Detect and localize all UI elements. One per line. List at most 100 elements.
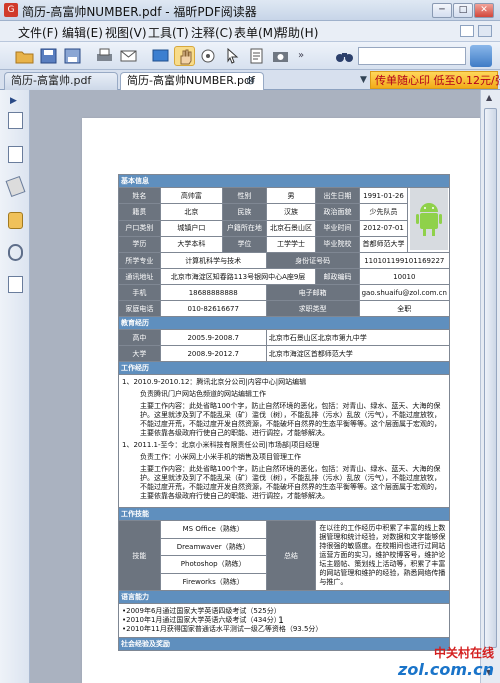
job-summary: 负责工作：小米网上小米手机的销售及项目管理工作 bbox=[140, 453, 301, 461]
label-email: 电子邮箱 bbox=[265, 284, 360, 301]
label-name: 姓名 bbox=[118, 186, 161, 205]
skills-summary: 在以往的工作经历中积累了丰富的线上数据管理和统计经验，对数据和文字能够保持很强的… bbox=[315, 520, 450, 591]
menu-edit[interactable]: 编辑(E) bbox=[62, 24, 103, 41]
label-birthdate: 出生日期 bbox=[315, 186, 360, 205]
value-gender: 男 bbox=[265, 186, 317, 205]
select-text-icon[interactable] bbox=[246, 46, 267, 66]
value-job-type: 全职 bbox=[358, 300, 451, 317]
value-hukou-type: 城镇户口 bbox=[159, 219, 224, 237]
menu-bar: 文件(F) 编辑(E) 视图(V) 工具(T) 注释(C) 表单(M) 帮助(H… bbox=[0, 21, 500, 42]
hand-tool-icon[interactable] bbox=[174, 46, 195, 66]
section-basic-info: 基本信息 bbox=[118, 174, 450, 188]
value-political-status: 少先队员 bbox=[358, 203, 409, 221]
tab-close-icon[interactable]: ⊗ bbox=[246, 74, 255, 87]
find-binoculars-icon[interactable] bbox=[334, 46, 355, 66]
value-zip: 10010 bbox=[358, 268, 451, 285]
tab-resume[interactable]: 简历-高富帅.pdf bbox=[4, 72, 118, 90]
value-degree: 工学学士 bbox=[265, 235, 317, 254]
menu-help[interactable]: 帮助(H) bbox=[276, 24, 318, 41]
save-icon[interactable] bbox=[38, 46, 59, 66]
menu-view[interactable]: 视图(V) bbox=[105, 24, 147, 41]
skill-item: Photoshop（熟练） bbox=[159, 555, 267, 574]
value-name: 高帅富 bbox=[159, 186, 224, 205]
menu-tools[interactable]: 工具(T) bbox=[148, 24, 189, 41]
language-item: •2010年11月获得国家普通话水平测试一级乙等资格（93.5分） bbox=[122, 625, 323, 633]
ad-banner[interactable]: 传单随心印 低至0.12元/张 bbox=[370, 71, 500, 89]
open-folder-icon[interactable] bbox=[14, 46, 35, 66]
label-gender: 性别 bbox=[222, 186, 267, 205]
menu-file[interactable]: 文件(F) bbox=[18, 24, 58, 41]
job-title: 1、2010.9-2010.12：腾讯北京分公司|内容中心|网站编辑 bbox=[122, 378, 307, 386]
search-input[interactable] bbox=[358, 47, 466, 65]
value-hometown: 北京 bbox=[159, 203, 224, 221]
edu-school: 北京市海淀区首都师范大学 bbox=[265, 345, 451, 362]
tab-dropdown-icon[interactable]: ▼ bbox=[360, 75, 367, 85]
print-icon[interactable] bbox=[94, 46, 115, 66]
skill-item: Fireworks（熟练） bbox=[159, 572, 267, 591]
job-summary: 负责腾讯门户网站色频道的网站编辑工作 bbox=[140, 390, 266, 398]
minimize-button[interactable]: ─ bbox=[432, 3, 452, 18]
comments-panel-icon[interactable] bbox=[8, 212, 23, 229]
section-language: 语言能力 bbox=[118, 590, 450, 604]
label-skills: 技能 bbox=[118, 520, 161, 591]
watermark-cn: 中关村在线 bbox=[433, 646, 494, 660]
edu-level: 大学 bbox=[118, 345, 161, 362]
value-address: 北京市海淀区知春路113号银网中心A座9层 bbox=[159, 268, 317, 285]
layers-panel-icon[interactable] bbox=[5, 175, 26, 198]
foxit-app-icon[interactable]: G bbox=[4, 3, 18, 17]
maximize-button[interactable]: □ bbox=[453, 3, 473, 18]
label-graduation-date: 毕业时间 bbox=[315, 219, 360, 237]
page-number: 1 bbox=[278, 616, 284, 626]
label-major: 所学专业 bbox=[118, 252, 161, 269]
label-summary: 总结 bbox=[265, 520, 317, 591]
tab-resume-number[interactable]: 简历-高富帅NUMBER.pdf bbox=[120, 72, 264, 90]
toolbar: » bbox=[0, 42, 500, 70]
menu-form[interactable]: 表单(M) bbox=[234, 24, 278, 41]
section-skills: 工作技能 bbox=[118, 507, 450, 521]
tab-label: 简历-高富帅NUMBER.pdf bbox=[127, 74, 255, 87]
value-id-number: 110101199101169227 bbox=[358, 252, 451, 269]
profile-photo bbox=[407, 187, 450, 253]
expand-panel-icon[interactable]: ▶ bbox=[10, 96, 17, 106]
bookmarks-panel-icon[interactable] bbox=[8, 146, 23, 163]
watermark-url: zol.com.cn bbox=[398, 660, 494, 679]
edu-period: 2005.9-2008.7 bbox=[159, 329, 267, 346]
value-hukou-location: 北京石景山区 bbox=[265, 219, 317, 237]
close-button[interactable]: ✕ bbox=[474, 3, 494, 18]
resume-table: 基本信息 姓名 高帅富 性别 男 出生日期 1991-01-26 籍贯 北京 民… bbox=[118, 174, 451, 651]
value-school: 首都师范大学 bbox=[358, 235, 409, 254]
navigation-sidebar: ▶ bbox=[0, 90, 30, 683]
value-graduation-date: 2012-07-01 bbox=[358, 219, 409, 237]
label-hukou-location: 户籍所在地 bbox=[222, 219, 267, 237]
scrollbar-thumb[interactable] bbox=[484, 108, 497, 648]
work-experience-block: 1、2010.9-2010.12：腾讯北京分公司|内容中心|网站编辑 负责腾讯门… bbox=[118, 374, 450, 508]
pages-panel-icon[interactable] bbox=[8, 112, 23, 129]
scroll-up-icon[interactable]: ▲ bbox=[486, 93, 492, 102]
save-as-icon[interactable] bbox=[62, 46, 83, 66]
vertical-scrollbar[interactable]: ▲ ▼ bbox=[480, 90, 500, 683]
camera-icon[interactable] bbox=[270, 46, 291, 66]
menu-comment[interactable]: 注释(C) bbox=[191, 24, 233, 41]
edu-level: 高中 bbox=[118, 329, 161, 346]
section-education: 教育经历 bbox=[118, 316, 450, 330]
signatures-panel-icon[interactable] bbox=[8, 276, 23, 293]
job-details: 主要工作内容：此处省略100个字，防止自然环境的恶化，包括：对青山、绿水、蓝天、… bbox=[140, 465, 441, 500]
label-home-phone: 家庭电话 bbox=[118, 300, 161, 317]
snapshot-icon[interactable] bbox=[198, 46, 219, 66]
section-work: 工作经历 bbox=[118, 361, 450, 375]
tab-label: 简历-高富帅.pdf bbox=[11, 74, 92, 87]
pane-toggle-icon[interactable] bbox=[460, 25, 474, 37]
layout-icon[interactable] bbox=[478, 25, 492, 37]
document-viewer[interactable]: 基本信息 姓名 高帅富 性别 男 出生日期 1991-01-26 籍贯 北京 民… bbox=[30, 90, 500, 683]
toolbar-overflow-icon[interactable]: » bbox=[298, 50, 304, 61]
select-cursor-icon[interactable] bbox=[222, 46, 243, 66]
value-ethnicity: 汉族 bbox=[265, 203, 317, 221]
email-icon[interactable] bbox=[118, 46, 139, 66]
image-icon[interactable] bbox=[470, 45, 492, 67]
attachments-panel-icon[interactable] bbox=[8, 244, 23, 261]
window-title: 简历-高富帅NUMBER.pdf - 福昕PDF阅读器 bbox=[22, 5, 257, 19]
fullscreen-icon[interactable] bbox=[150, 46, 171, 66]
label-address: 通讯地址 bbox=[118, 268, 161, 285]
edu-school: 北京市石景山区北京市第九中学 bbox=[265, 329, 451, 346]
label-school: 毕业院校 bbox=[315, 235, 360, 254]
